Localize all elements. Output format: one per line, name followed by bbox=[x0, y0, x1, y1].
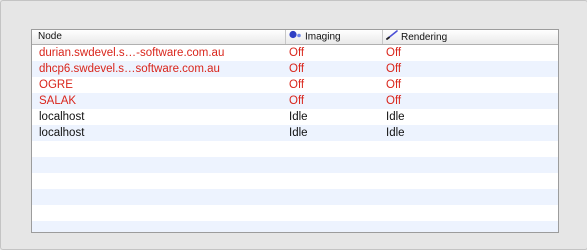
rendering-icon bbox=[386, 30, 398, 45]
empty-row bbox=[32, 221, 558, 232]
table-row[interactable]: OGRE Off Off bbox=[32, 77, 558, 93]
node-table[interactable]: Node Imaging Rendering durian.swdevel.s…… bbox=[31, 29, 559, 233]
column-header-node-label: Node bbox=[38, 31, 62, 42]
node-cell: dhcp6.swdevel.s…software.com.au bbox=[39, 63, 220, 75]
empty-row bbox=[32, 205, 558, 221]
table-row[interactable]: durian.swdevel.s…-software.com.au Off Of… bbox=[32, 45, 558, 61]
empty-row bbox=[32, 157, 558, 173]
table-row[interactable]: localhost Idle Idle bbox=[32, 109, 558, 125]
rendering-status-cell: Off bbox=[386, 79, 402, 91]
node-cell: SALAK bbox=[39, 95, 77, 107]
rendering-status-cell: Off bbox=[386, 63, 402, 75]
imaging-status-cell: Off bbox=[289, 47, 305, 59]
node-cell: localhost bbox=[39, 111, 85, 123]
rendering-status-cell: Off bbox=[386, 47, 402, 59]
rendering-status-cell: Idle bbox=[386, 127, 405, 139]
table-row[interactable]: localhost Idle Idle bbox=[32, 125, 558, 141]
imaging-status-cell: Off bbox=[289, 63, 305, 75]
table-row[interactable]: dhcp6.swdevel.s…software.com.au Off Off bbox=[32, 61, 558, 77]
rendering-status-cell: Off bbox=[386, 95, 402, 107]
column-header-rendering[interactable]: Rendering bbox=[382, 30, 447, 44]
imaging-icon bbox=[289, 30, 302, 44]
column-header-imaging-label: Imaging bbox=[305, 31, 341, 43]
table-header: Node Imaging Rendering bbox=[32, 30, 558, 45]
imaging-status-cell: Off bbox=[289, 79, 305, 91]
empty-row bbox=[32, 141, 558, 157]
column-header-node[interactable]: Node bbox=[38, 30, 62, 44]
node-cell: localhost bbox=[39, 127, 85, 139]
empty-row bbox=[32, 173, 558, 189]
imaging-status-cell: Idle bbox=[289, 127, 308, 139]
table-body: durian.swdevel.s…-software.com.au Off Of… bbox=[32, 45, 558, 232]
node-cell: durian.swdevel.s…-software.com.au bbox=[39, 47, 225, 59]
imaging-status-cell: Idle bbox=[289, 111, 308, 123]
rendering-status-cell: Idle bbox=[386, 111, 405, 123]
imaging-status-cell: Off bbox=[289, 95, 305, 107]
empty-row bbox=[32, 189, 558, 205]
node-cell: OGRE bbox=[39, 79, 73, 91]
node-status-panel: Node Imaging Rendering durian.swdevel.s…… bbox=[0, 0, 587, 250]
table-row[interactable]: SALAK Off Off bbox=[32, 93, 558, 109]
column-header-rendering-label: Rendering bbox=[401, 32, 448, 44]
column-header-imaging[interactable]: Imaging bbox=[285, 30, 341, 44]
